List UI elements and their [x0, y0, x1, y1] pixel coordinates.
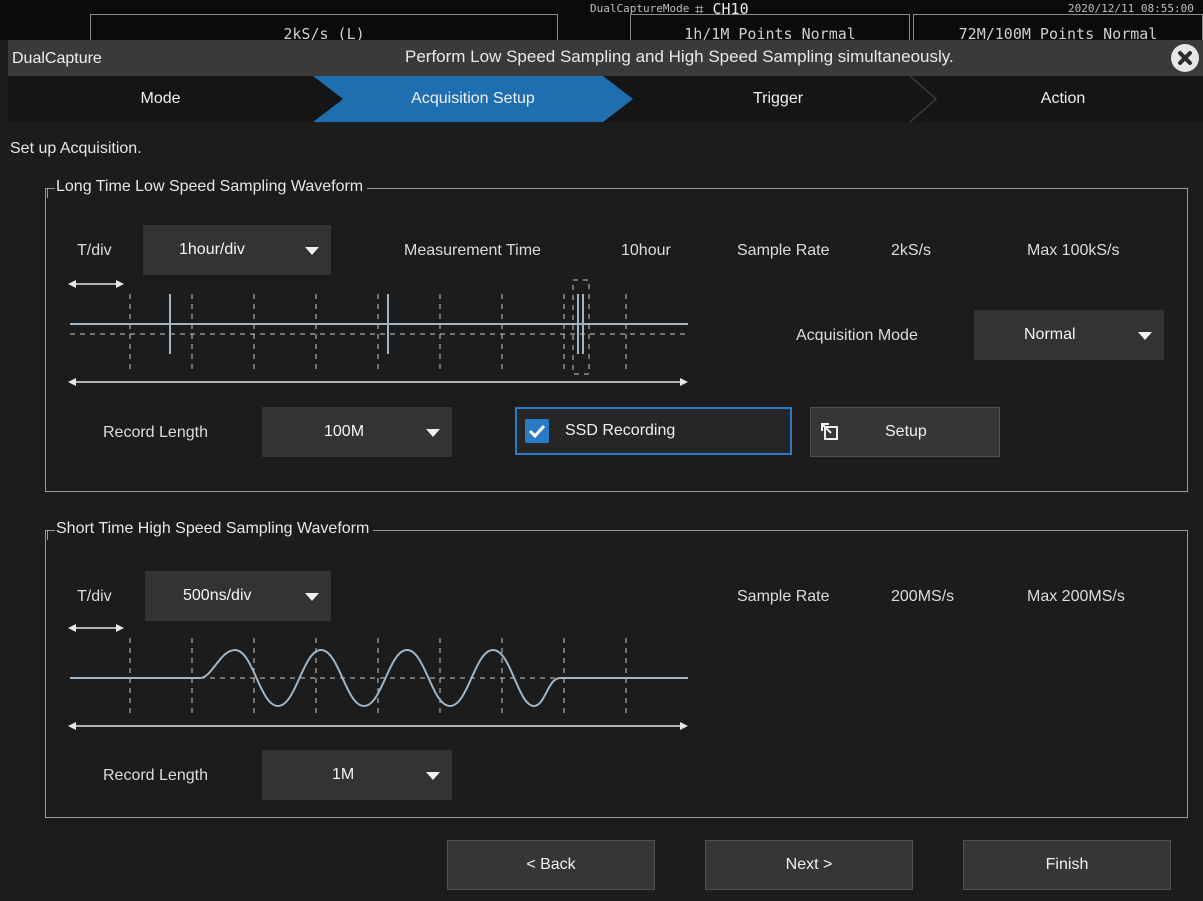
status-box-points: 1h/1M Points Normal	[630, 14, 910, 40]
dialog-description: Perform Low Speed Sampling and High Spee…	[405, 47, 954, 66]
acquisition-mode-value: Normal	[1024, 326, 1076, 343]
dialog-title: DualCapture	[12, 50, 102, 67]
instruction-text: Set up Acquisition.	[10, 140, 142, 157]
high-max-rate: Max 200MS/s	[1027, 588, 1125, 605]
status-total-points: 72M/100M Points Normal	[958, 25, 1158, 40]
low-tdiv-dropdown[interactable]: 1hour/div	[143, 225, 331, 275]
low-tdiv-value: 1hour/div	[179, 241, 245, 258]
step-action[interactable]: Action	[923, 76, 1203, 122]
high-sample-rate-label: Sample Rate	[737, 588, 830, 605]
high-sample-rate-value: 200MS/s	[891, 588, 955, 605]
low-speed-waveform-diagram	[68, 279, 688, 386]
low-record-length-label: Record Length	[103, 424, 208, 441]
chevron-down-icon	[305, 247, 319, 255]
next-button[interactable]: Next >	[705, 840, 913, 890]
low-record-length-value: 100M	[324, 423, 365, 440]
wizard-steps: Mode Acquisition Setup Trigger Action	[8, 76, 1203, 122]
close-icon[interactable]	[1171, 44, 1199, 72]
status-box-sample-rate: 2kS/s (L)	[90, 14, 558, 40]
acquisition-mode-dropdown[interactable]: Normal	[974, 310, 1164, 360]
step-acquisition-setup[interactable]: Acquisition Setup	[313, 76, 633, 122]
high-tdiv-value: 500ns/div	[183, 587, 252, 604]
status-bar: 2kS/s (L) DualCaptureMode ⌗ CH10 2020/12…	[0, 0, 1203, 40]
step-trigger[interactable]: Trigger	[633, 76, 923, 122]
chevron-down-icon	[426, 772, 440, 780]
checkbox-checked-icon	[525, 419, 549, 443]
finish-button[interactable]: Finish	[963, 840, 1171, 890]
ssd-recording-label: SSD Recording	[565, 422, 676, 439]
chevron-down-icon	[1138, 332, 1152, 340]
open-dialog-icon	[821, 423, 838, 440]
low-speed-group-title: Long Time Low Speed Sampling Waveform	[46, 178, 368, 198]
measurement-time-value: 10hour	[621, 242, 671, 259]
low-record-length-dropdown[interactable]: 100M	[262, 407, 452, 457]
measurement-time-label: Measurement Time	[404, 242, 541, 259]
high-record-length-dropdown[interactable]: 1M	[262, 750, 452, 800]
low-max-rate: Max 100kS/s	[1027, 242, 1120, 259]
ssd-recording-checkbox[interactable]: SSD Recording	[515, 407, 792, 455]
step-mode[interactable]: Mode	[8, 76, 313, 122]
chevron-down-icon	[305, 593, 319, 601]
high-record-length-label: Record Length	[103, 767, 208, 784]
chevron-down-icon	[426, 429, 440, 437]
low-sample-rate-label: Sample Rate	[737, 242, 830, 259]
high-tdiv-dropdown[interactable]: 500ns/div	[145, 571, 331, 621]
high-speed-group-title: Short Time High Speed Sampling Waveform	[46, 520, 374, 540]
title-bar: DualCapture Perform Low Speed Sampling a…	[8, 40, 1203, 76]
status-sample-rate: 2kS/s (L)	[283, 25, 365, 40]
high-speed-waveform-diagram	[68, 624, 688, 730]
status-box-total-points: 72M/100M Points Normal	[913, 14, 1203, 40]
high-tdiv-label: T/div	[77, 588, 112, 605]
acquisition-mode-label: Acquisition Mode	[796, 327, 918, 344]
high-record-length-value: 1M	[332, 766, 355, 783]
setup-button-label: Setup	[885, 423, 927, 440]
low-sample-rate-value: 2kS/s	[891, 242, 932, 259]
back-button[interactable]: < Back	[447, 840, 655, 890]
low-tdiv-label: T/div	[77, 242, 112, 259]
status-points: 1h/1M Points Normal	[684, 25, 856, 40]
ssd-setup-button[interactable]: Setup	[810, 407, 1000, 457]
